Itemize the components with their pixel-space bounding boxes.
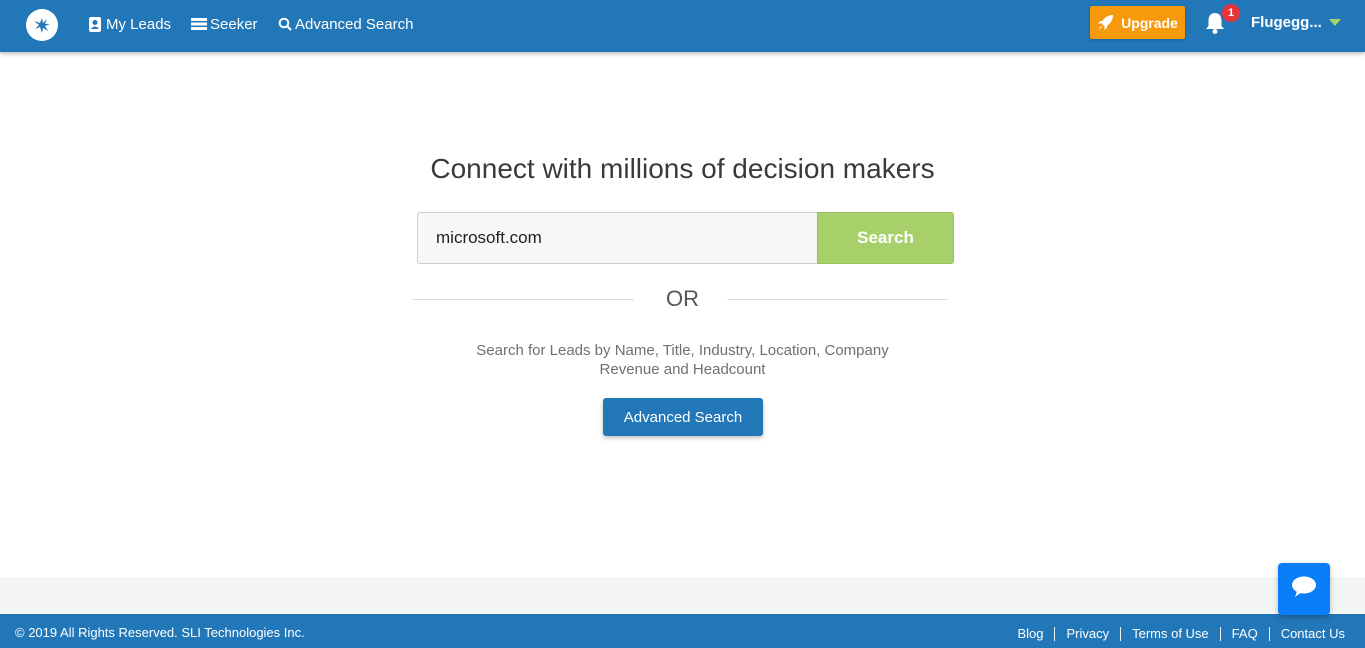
- rocket-icon: [1097, 14, 1114, 31]
- footer-link-terms[interactable]: Terms of Use: [1132, 626, 1209, 641]
- chevron-down-icon[interactable]: [1329, 19, 1341, 26]
- advanced-search-description: Search for Leads by Name, Title, Industr…: [0, 341, 1365, 379]
- address-book-icon: [87, 16, 103, 32]
- footer-links: Blog Privacy Terms of Use FAQ Contact Us: [1017, 626, 1345, 641]
- nav-my-leads[interactable]: My Leads: [87, 14, 171, 34]
- or-separator: OR: [666, 286, 699, 311]
- list-icon: [190, 16, 207, 32]
- domain-search-input[interactable]: [417, 212, 817, 264]
- footer-link-blog[interactable]: Blog: [1017, 626, 1043, 641]
- description-line-1: Search for Leads by Name, Title, Industr…: [476, 342, 889, 359]
- copyright-text: © 2019 All Rights Reserved. SLI Technolo…: [15, 625, 305, 640]
- nav-my-leads-label: My Leads: [106, 15, 172, 33]
- footer-link-contact[interactable]: Contact Us: [1281, 626, 1345, 641]
- upgrade-label: Upgrade: [1121, 14, 1178, 31]
- nav-seeker-label: Seeker: [210, 15, 258, 33]
- footer-separator: [1120, 626, 1122, 641]
- footer-separator: [1054, 626, 1056, 641]
- chat-bubble-icon: [1291, 575, 1317, 604]
- page-title: Connect with millions of decision makers: [430, 153, 935, 184]
- footer-link-faq[interactable]: FAQ: [1232, 626, 1258, 641]
- footer-separator: [1219, 626, 1221, 641]
- nav-advanced-search[interactable]: Advanced Search: [277, 14, 413, 34]
- footer: © 2019 All Rights Reserved. SLI Technolo…: [0, 614, 1365, 648]
- search-button[interactable]: Search: [817, 212, 954, 264]
- upgrade-button[interactable]: Upgrade: [1090, 6, 1185, 39]
- description-line-2: Revenue and Headcount: [599, 361, 766, 378]
- footer-link-privacy[interactable]: Privacy: [1066, 626, 1109, 641]
- footer-separator: [1268, 626, 1270, 641]
- domain-search-form: Search: [417, 212, 954, 264]
- divider-right: [727, 299, 948, 300]
- notification-badge: 1: [1222, 4, 1240, 22]
- top-navbar: My Leads Seeker Advanced Search Upgrade …: [0, 0, 1365, 52]
- search-icon: [277, 16, 292, 32]
- nav-advanced-search-label: Advanced Search: [295, 15, 414, 33]
- chat-widget-button[interactable]: [1278, 563, 1330, 615]
- gecko-logo-icon[interactable]: [26, 9, 58, 41]
- nav-seeker[interactable]: Seeker: [190, 14, 258, 34]
- footer-spacer: [0, 577, 1365, 614]
- advanced-search-button[interactable]: Advanced Search: [603, 398, 763, 436]
- user-menu[interactable]: Flugegg...: [1251, 14, 1322, 31]
